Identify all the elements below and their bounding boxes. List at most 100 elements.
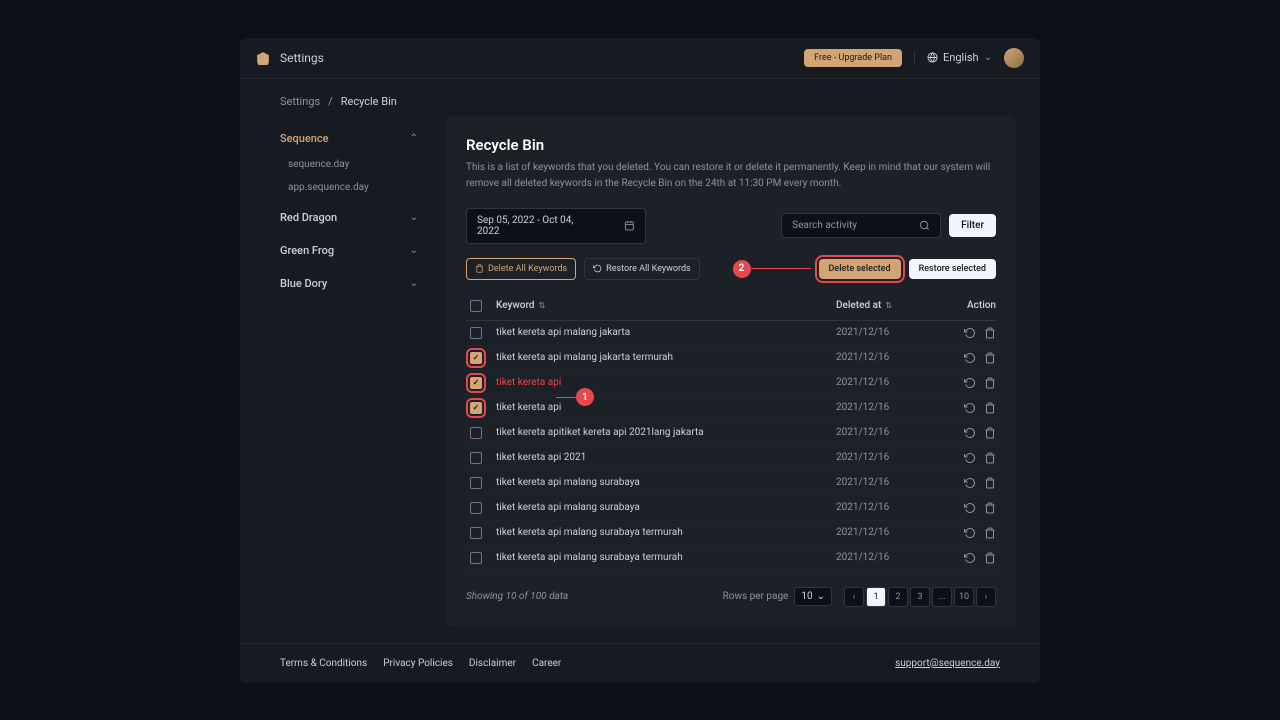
- footer-links: Terms & Conditions Privacy Policies Disc…: [280, 658, 561, 669]
- chevron-down-icon: ⌄: [410, 278, 418, 289]
- button-label: Delete All Keywords: [488, 264, 567, 274]
- restore-icon[interactable]: [964, 352, 976, 364]
- td-keyword: tiket kereta api malang surabaya: [496, 477, 836, 488]
- breadcrumb-bar: Settings / Recycle Bin: [240, 79, 1040, 116]
- restore-selected-button[interactable]: Restore selected: [909, 259, 996, 279]
- td-date: 2021/12/16: [836, 427, 946, 438]
- page-2[interactable]: 2: [888, 587, 908, 607]
- restore-icon[interactable]: [964, 527, 976, 539]
- row-checkbox[interactable]: [470, 502, 482, 514]
- date-range-input[interactable]: Sep 05, 2022 - Oct 04, 2022: [466, 208, 646, 244]
- td-action: [946, 352, 996, 364]
- select-all-checkbox[interactable]: [470, 300, 482, 312]
- row-checkbox[interactable]: [470, 427, 482, 439]
- td-date: 2021/12/16: [836, 327, 946, 338]
- trash-icon: [475, 264, 484, 273]
- delete-selected-button[interactable]: Delete selected: [819, 259, 901, 279]
- sidebar-group-green-frog: Green Frog ⌄: [264, 236, 434, 265]
- page-3[interactable]: 3: [910, 587, 930, 607]
- td-keyword: tiket kereta apitiket kereta api 2021lan…: [496, 427, 836, 438]
- trash-icon[interactable]: [984, 352, 996, 364]
- chevron-down-icon: ⌄: [984, 52, 992, 63]
- sidebar-child[interactable]: app.sequence.day: [272, 176, 434, 199]
- td-check: [466, 327, 496, 339]
- avatar[interactable]: [1004, 48, 1024, 68]
- footer-email[interactable]: support@sequence.day: [895, 658, 1000, 669]
- search-input[interactable]: Search activity: [781, 213, 941, 238]
- topbar-right: Free - Upgrade Plan English ⌄: [804, 48, 1024, 68]
- td-action: [946, 502, 996, 514]
- restore-icon[interactable]: [964, 327, 976, 339]
- td-action: [946, 477, 996, 489]
- language-selector[interactable]: English ⌄: [927, 51, 992, 64]
- row-checkbox[interactable]: [470, 377, 482, 389]
- trash-icon[interactable]: [984, 327, 996, 339]
- main-panel: Recycle Bin This is a list of keywords t…: [446, 116, 1016, 627]
- page-next[interactable]: ›: [976, 587, 996, 607]
- footer-link[interactable]: Disclaimer: [469, 658, 516, 669]
- rows-per-page-select[interactable]: 10 ⌄: [794, 587, 832, 606]
- sidebar-item-green-frog[interactable]: Green Frog ⌄: [264, 236, 434, 265]
- footer-link[interactable]: Privacy Policies: [383, 658, 453, 669]
- row-checkbox[interactable]: [470, 527, 482, 539]
- restore-icon[interactable]: [964, 402, 976, 414]
- page-1[interactable]: 1: [866, 587, 886, 607]
- restore-icon[interactable]: [964, 427, 976, 439]
- restore-icon[interactable]: [964, 377, 976, 389]
- chevron-down-icon: ⌄: [410, 245, 418, 256]
- row-checkbox[interactable]: [470, 352, 482, 364]
- action-left: Delete All Keywords Restore All Keywords: [466, 258, 700, 280]
- sidebar-label: Green Frog: [280, 244, 334, 257]
- td-action: [946, 552, 996, 564]
- row-checkbox[interactable]: [470, 327, 482, 339]
- callout-line: [751, 268, 811, 269]
- td-check: [466, 427, 496, 439]
- restore-icon[interactable]: [964, 552, 976, 564]
- td-date: 2021/12/16: [836, 527, 946, 538]
- trash-icon[interactable]: [984, 427, 996, 439]
- td-action: [946, 402, 996, 414]
- callout-2: 2: [733, 260, 811, 278]
- sidebar-item-sequence[interactable]: Sequence ⌃: [264, 124, 434, 153]
- filter-button[interactable]: Filter: [949, 214, 996, 237]
- th-deleted-at[interactable]: Deleted at ⇅: [836, 300, 946, 312]
- trash-icon[interactable]: [984, 377, 996, 389]
- sidebar-child[interactable]: sequence.day: [272, 153, 434, 176]
- trash-icon[interactable]: [984, 402, 996, 414]
- sidebar-item-blue-dory[interactable]: Blue Dory ⌄: [264, 269, 434, 298]
- sidebar-label: Blue Dory: [280, 277, 327, 290]
- sidebar-item-red-dragon[interactable]: Red Dragon ⌄: [264, 203, 434, 232]
- page-prev[interactable]: ‹: [844, 587, 864, 607]
- trash-icon[interactable]: [984, 502, 996, 514]
- trash-icon[interactable]: [984, 527, 996, 539]
- action-row: Delete All Keywords Restore All Keywords…: [466, 258, 996, 280]
- td-date: 2021/12/16: [836, 377, 946, 388]
- footer-link[interactable]: Career: [532, 658, 561, 669]
- trash-icon[interactable]: [984, 552, 996, 564]
- restore-icon[interactable]: [964, 452, 976, 464]
- chevron-up-icon: ⌃: [410, 133, 418, 144]
- restore-icon[interactable]: [964, 477, 976, 489]
- td-check: [466, 452, 496, 464]
- trash-icon[interactable]: [984, 477, 996, 489]
- row-checkbox[interactable]: [470, 552, 482, 564]
- language-label: English: [943, 51, 979, 64]
- search-wrapper: Search activity: [654, 213, 941, 238]
- th-keyword[interactable]: Keyword ⇅: [496, 300, 836, 312]
- table-header: Keyword ⇅ Deleted at ⇅ Action: [466, 292, 996, 321]
- row-checkbox[interactable]: [470, 402, 482, 414]
- sidebar-label: Sequence: [280, 132, 329, 145]
- footer-link[interactable]: Terms & Conditions: [280, 658, 367, 669]
- restore-all-button[interactable]: Restore All Keywords: [584, 258, 700, 280]
- restore-icon[interactable]: [964, 502, 976, 514]
- delete-all-button[interactable]: Delete All Keywords: [466, 258, 576, 280]
- upgrade-button[interactable]: Free - Upgrade Plan: [804, 49, 902, 67]
- row-checkbox[interactable]: [470, 452, 482, 464]
- breadcrumb-parent[interactable]: Settings: [280, 95, 320, 108]
- topbar: Settings Free - Upgrade Plan English ⌄: [240, 38, 1040, 79]
- header-label: Deleted at: [836, 300, 881, 311]
- td-date: 2021/12/16: [836, 452, 946, 463]
- page-10[interactable]: 10: [954, 587, 974, 607]
- trash-icon[interactable]: [984, 452, 996, 464]
- row-checkbox[interactable]: [470, 477, 482, 489]
